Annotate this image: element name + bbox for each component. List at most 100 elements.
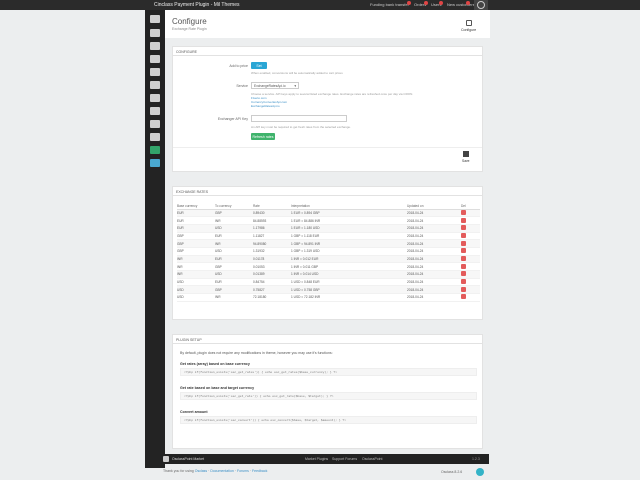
cell-interpretation: 1 USD = 0.848 EUR [291, 278, 407, 287]
sidebar-stats-icon[interactable] [150, 81, 160, 89]
table-row: GBP EUR 1.11827 1 GBP = 1.118 EUR 2018-04-24 [177, 232, 480, 241]
cell-updated: 2018-04-24 [407, 285, 461, 295]
cell-rate: 84.88593 [253, 216, 291, 225]
delete-icon[interactable] [461, 263, 466, 269]
cell-base: INR [177, 262, 215, 271]
market-link-osclasspoint[interactable]: OsclassPoint [362, 457, 382, 461]
table-row: GBP USD 1.31932 1 GBP = 1.319 USD 2018-04-24 [177, 247, 480, 256]
cell-rate: 0.89430 [253, 209, 291, 218]
cell-base: EUR [177, 216, 215, 225]
funding-badge [407, 1, 411, 5]
cell-to: EUR [215, 232, 253, 241]
wrench-icon [465, 20, 472, 26]
delete-cell [461, 278, 480, 287]
sidebar-tools-icon[interactable] [150, 133, 160, 141]
sidebar-categories-icon[interactable] [150, 42, 160, 50]
sidebar-pages-icon[interactable] [150, 68, 160, 76]
delete-icon[interactable] [461, 232, 466, 238]
cell-to: GBP [215, 285, 253, 295]
floppy-icon [462, 151, 469, 157]
delete-icon[interactable] [461, 248, 466, 254]
funding-link[interactable]: Funding bank transfer [370, 2, 409, 7]
cell-rate: 0.75827 [253, 285, 291, 295]
cell-updated: 2018-04-24 [407, 278, 461, 287]
market-link-plugins[interactable]: Market Plugins [305, 457, 328, 461]
osclass-logo [476, 468, 484, 476]
cell-interpretation: 1 GBP = 1.118 EUR [291, 232, 407, 241]
add-to-price-toggle[interactable]: Set [251, 62, 267, 69]
power-button[interactable] [474, 0, 488, 10]
cell-rate: 1.31932 [253, 247, 291, 256]
footer-osclass-link[interactable]: Osclass [195, 469, 207, 473]
footer-thanks: Thank you for using [163, 469, 194, 473]
sidebar-tags-icon[interactable] [150, 55, 160, 63]
sidebar-dashboard-icon[interactable] [150, 15, 160, 23]
cell-updated: 2018-04-24 [407, 247, 461, 256]
api-key-input[interactable] [251, 115, 347, 122]
cell-to: USD [215, 247, 253, 256]
delete-icon[interactable] [461, 225, 466, 231]
footer-documentation-link[interactable]: Documentation [210, 469, 234, 473]
cell-to: GBP [215, 209, 253, 218]
delete-cell [461, 224, 480, 233]
footer-forums-link[interactable]: Forums [237, 469, 249, 473]
delete-icon[interactable] [461, 294, 466, 300]
sidebar-listings-icon[interactable] [150, 29, 160, 37]
exchange-rates-heading: Exchange rates [173, 187, 482, 196]
cell-to: EUR [215, 278, 253, 287]
sidebar-market-icon[interactable] [150, 159, 160, 167]
cell-base: USD [177, 293, 215, 302]
configure-button[interactable]: Configure [461, 20, 476, 32]
new-customers-link[interactable]: New customers [447, 2, 475, 7]
sidebar-settings-icon[interactable] [150, 107, 160, 115]
delete-icon[interactable] [461, 240, 466, 246]
sidebar-users-icon[interactable] [150, 94, 160, 102]
delete-icon[interactable] [461, 255, 466, 261]
configure-panel: Configure Add to price Set When enabled,… [172, 46, 483, 172]
refresh-rates-button[interactable]: Refresh rates [251, 133, 275, 140]
delete-icon[interactable] [461, 279, 466, 285]
delete-icon[interactable] [461, 217, 466, 223]
market-version: 1.2.3 [472, 457, 480, 461]
delete-icon[interactable] [461, 286, 466, 292]
cell-interpretation: 1 INR = 0.012 EUR [291, 255, 407, 264]
table-row: INR GBP 0.01053 1 INR = 0.011 GBP 2018-04-24 [177, 262, 480, 271]
delete-cell [461, 247, 480, 256]
cell-updated: 2018-04-24 [407, 293, 461, 302]
delete-icon[interactable] [461, 209, 466, 215]
cell-rate: 0.01178 [253, 255, 291, 264]
delete-icon[interactable] [461, 271, 466, 277]
sidebar-plugins-icon[interactable] [150, 146, 160, 154]
cell-base: EUR [177, 209, 215, 218]
delete-cell [461, 270, 480, 279]
get-rate-title: Get rate based on base and target curren… [180, 386, 255, 390]
site-title[interactable]: Cinclass Payment Plugin - Mil Themes [154, 2, 240, 8]
delete-cell [461, 232, 480, 241]
market-bar: OsclassPoint Market Market Plugins Suppo… [160, 454, 489, 464]
footer-feedback-link[interactable]: Feedback [252, 469, 267, 473]
table-row: USD INR 72.18180 1 USD = 72.182 INR 2018-04-… [177, 293, 480, 302]
users-badge [439, 1, 443, 5]
table-row: EUR USD 1.17986 1 EUR = 1.180 USD 2018-04-24 [177, 224, 480, 233]
market-title[interactable]: OsclassPoint Market [172, 457, 204, 461]
cell-base: INR [177, 255, 215, 264]
cell-to: USD [215, 224, 253, 233]
table-row: USD GBP 0.75827 1 USD = 0.758 GBP 2018-04-24 [177, 285, 480, 295]
market-link-support[interactable]: Support Forums [332, 457, 357, 461]
service-select[interactable]: ExchangeRatesApi.io ▾ [251, 82, 299, 89]
exchange-rates-panel: Exchange rates Base currency To currency… [172, 186, 483, 320]
service-link-exchangeratesapi[interactable]: ExchangeRatesApi.io [251, 104, 280, 108]
plugin-intro: By default, plugin does not require any … [180, 351, 333, 355]
rates-body: EUR GBP 0.89430 1 EUR = 0.894 GBP 2018-04-24… [177, 209, 480, 302]
sidebar-appearance-icon[interactable] [150, 120, 160, 128]
save-button[interactable]: Save [462, 151, 470, 163]
cell-updated: 2018-04-24 [407, 270, 461, 279]
cell-updated: 2018-04-24 [407, 239, 461, 248]
table-row: GBP INR 94.89080 1 GBP = 94.891 INR 2018-04-… [177, 239, 480, 248]
cell-interpretation: 1 INR = 0.014 USD [291, 270, 407, 279]
cell-base: EUR [177, 224, 215, 233]
cell-base: USD [177, 278, 215, 287]
convert-code: <?php if(function_exists('osc_convert'))… [180, 416, 477, 424]
page-title: Configure [172, 17, 207, 26]
cell-base: INR [177, 270, 215, 279]
